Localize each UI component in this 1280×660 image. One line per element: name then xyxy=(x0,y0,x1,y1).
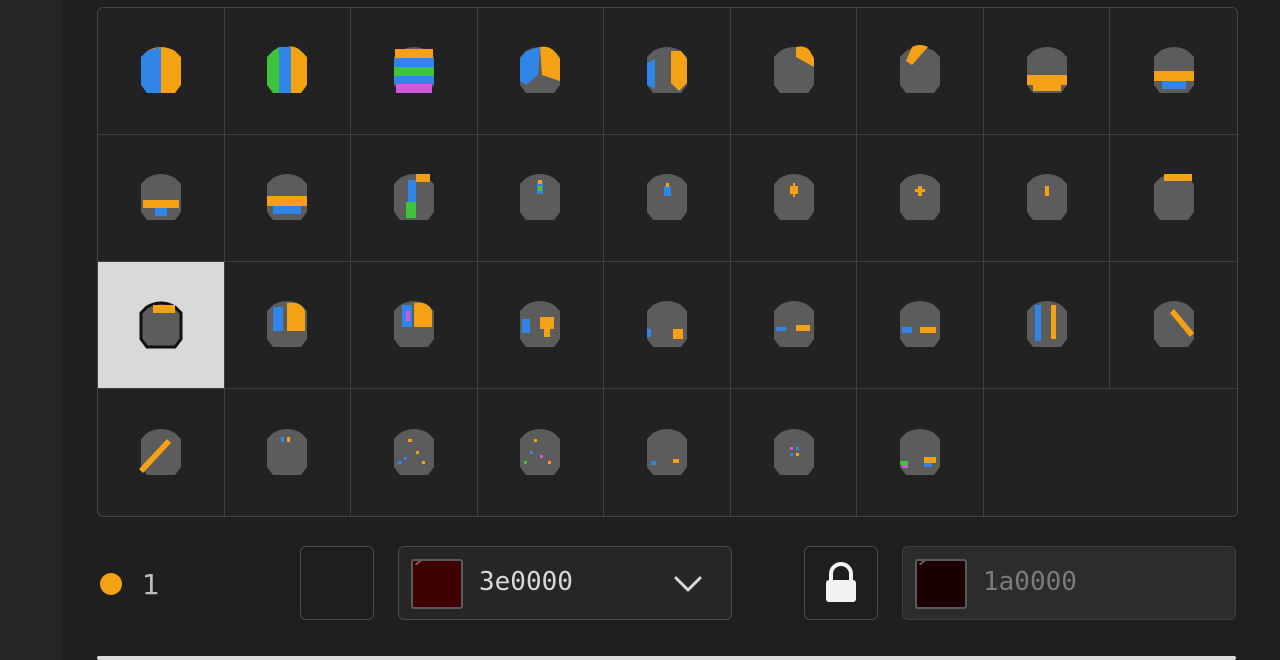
helmet-option-27[interactable] xyxy=(1110,262,1237,389)
helmet-pattern-03-icon xyxy=(393,47,434,93)
helmet-pattern-25-icon xyxy=(900,301,941,347)
helmet-pattern-32-icon xyxy=(646,428,687,475)
helmet-option-7[interactable] xyxy=(857,8,984,135)
helmet-pattern-21-icon xyxy=(393,301,434,347)
helmet-option-26[interactable] xyxy=(983,262,1111,389)
helmet-option-32[interactable] xyxy=(604,389,731,516)
helmet-option-30[interactable] xyxy=(351,389,478,516)
helmet-pattern-11-icon xyxy=(267,174,308,220)
lock-button[interactable] xyxy=(804,546,878,620)
helmet-option-12[interactable] xyxy=(351,135,478,262)
primary-color-dropdown[interactable]: 3e0000 xyxy=(398,546,732,620)
helmet-option-23[interactable] xyxy=(604,262,731,389)
helmet-option-22[interactable] xyxy=(477,262,605,389)
helmet-option-34[interactable] xyxy=(857,389,984,516)
left-sidebar-strip xyxy=(0,0,62,660)
helmet-pattern-05-icon xyxy=(646,47,687,93)
helmet-option-4[interactable] xyxy=(477,8,605,135)
helmet-option-15[interactable] xyxy=(730,135,858,262)
helmet-pattern-15-icon xyxy=(773,174,814,220)
helmet-pattern-16-icon xyxy=(900,174,941,220)
helmet-option-31[interactable] xyxy=(478,389,605,516)
helmet-pattern-20-icon xyxy=(267,301,308,347)
helmet-option-1[interactable] xyxy=(98,8,225,135)
primary-color-swatch[interactable] xyxy=(411,559,463,609)
helmet-option-3[interactable] xyxy=(351,8,478,135)
helmet-pattern-33-icon xyxy=(773,428,814,475)
helmet-option-6[interactable] xyxy=(730,8,858,135)
secondary-color-hex: 1a0000 xyxy=(983,567,1077,597)
helmet-pattern-24-icon xyxy=(773,301,814,347)
helmet-pattern-29-icon xyxy=(267,428,308,475)
helmet-option-21[interactable] xyxy=(351,262,478,389)
helmet-pattern-13-icon xyxy=(520,174,561,220)
empty-grid-area xyxy=(984,389,1237,516)
helmet-option-18[interactable] xyxy=(1110,135,1237,262)
layer-count: 1 xyxy=(142,568,160,601)
helmet-pattern-09-icon xyxy=(1153,47,1194,93)
helmet-pattern-18-icon xyxy=(1153,174,1194,220)
helmet-pattern-04-icon xyxy=(520,46,561,93)
helmet-option-5[interactable] xyxy=(604,8,731,135)
helmet-pattern-10-icon xyxy=(140,174,181,220)
helmet-option-11[interactable] xyxy=(224,135,352,262)
helmet-pattern-22-icon xyxy=(520,301,561,347)
layer-indicator-dot xyxy=(100,573,122,595)
helmet-option-9[interactable] xyxy=(1110,8,1237,135)
helmet-option-10[interactable] xyxy=(98,135,225,262)
helmet-pattern-12-icon xyxy=(393,174,434,220)
helmet-pattern-08-icon xyxy=(1026,47,1067,93)
helmet-option-20[interactable] xyxy=(224,262,352,389)
helmet-option-8[interactable] xyxy=(983,8,1111,135)
helmet-option-2[interactable] xyxy=(224,8,352,135)
helmet-pattern-31-icon xyxy=(520,428,561,475)
helmet-option-24[interactable] xyxy=(730,262,858,389)
helmet-pattern-19-icon xyxy=(139,301,183,349)
helmet-option-16[interactable] xyxy=(857,135,984,262)
helmet-pattern-23-icon xyxy=(646,301,687,347)
helmet-option-33[interactable] xyxy=(731,389,858,516)
helmet-pattern-grid xyxy=(97,7,1238,517)
helmet-pattern-02-icon xyxy=(267,46,308,93)
helmet-pattern-30-icon xyxy=(393,428,434,475)
helmet-option-29[interactable] xyxy=(225,389,352,516)
helmet-pattern-06-icon xyxy=(773,46,814,93)
empty-color-slot[interactable] xyxy=(300,546,374,620)
helmet-pattern-17-icon xyxy=(1026,174,1067,220)
chevron-down-icon[interactable] xyxy=(671,569,705,599)
helmet-option-17[interactable] xyxy=(983,135,1111,262)
helmet-pattern-26-icon xyxy=(1026,301,1067,347)
secondary-color-field[interactable]: 1a0000 xyxy=(902,546,1236,620)
helmet-pattern-14-icon xyxy=(646,174,687,220)
secondary-color-swatch[interactable] xyxy=(915,559,967,609)
helmet-option-13[interactable] xyxy=(477,135,605,262)
helmet-option-14[interactable] xyxy=(604,135,731,262)
helmet-pattern-01-icon xyxy=(140,47,181,93)
helmet-pattern-34-icon xyxy=(900,428,941,475)
helmet-option-19[interactable] xyxy=(98,262,225,389)
helmet-option-28[interactable] xyxy=(98,389,225,516)
primary-color-hex: 3e0000 xyxy=(479,567,573,597)
bottom-edge-divider xyxy=(97,656,1236,660)
helmet-pattern-27-icon xyxy=(1153,301,1194,347)
helmet-pattern-07-icon xyxy=(900,45,941,93)
helmet-pattern-28-icon xyxy=(138,428,181,475)
lock-icon xyxy=(826,562,856,602)
helmet-option-25[interactable] xyxy=(857,262,984,389)
